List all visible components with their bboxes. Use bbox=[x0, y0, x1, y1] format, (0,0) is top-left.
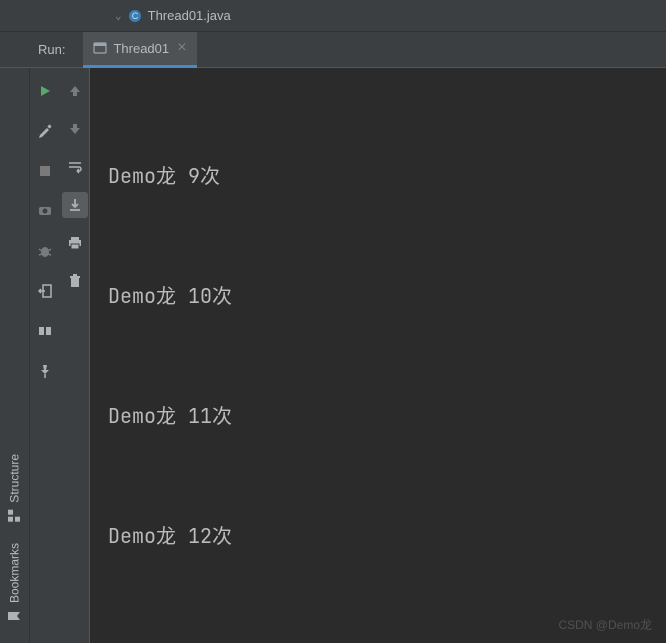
chevron-down-icon[interactable]: ⌄ bbox=[115, 9, 122, 23]
structure-label: Structure bbox=[8, 454, 22, 503]
structure-tool-button[interactable]: Structure bbox=[0, 444, 29, 533]
scroll-to-end-button[interactable] bbox=[62, 192, 88, 218]
svg-text:C: C bbox=[131, 11, 138, 21]
editor-file-name[interactable]: Thread01.java bbox=[148, 8, 231, 23]
rerun-button[interactable] bbox=[32, 78, 58, 104]
run-toolbar-right bbox=[60, 68, 90, 643]
run-config-icon bbox=[93, 41, 107, 55]
run-tab-label: Thread01 bbox=[113, 41, 169, 56]
close-icon[interactable]: × bbox=[177, 39, 187, 57]
run-toolbar-left bbox=[30, 68, 60, 643]
exit-button[interactable] bbox=[32, 278, 58, 304]
layout-button[interactable] bbox=[32, 318, 58, 344]
side-rail: Structure Bookmarks bbox=[0, 68, 30, 643]
bookmarks-label: Bookmarks bbox=[8, 543, 22, 603]
pin-button[interactable] bbox=[32, 358, 58, 384]
stop-button[interactable] bbox=[32, 158, 58, 184]
print-button[interactable] bbox=[62, 230, 88, 256]
console-line: Demo龙 9次 bbox=[108, 156, 666, 196]
soft-wrap-button[interactable] bbox=[62, 154, 88, 180]
editor-tabs: ⌄ C Thread01.java bbox=[0, 0, 666, 32]
console-line: Demo龙 10次 bbox=[108, 276, 666, 316]
clear-all-button[interactable] bbox=[62, 268, 88, 294]
main-area: Structure Bookmarks bbox=[0, 68, 666, 643]
settings-button[interactable] bbox=[32, 118, 58, 144]
console-line: Demo龙 12次 bbox=[108, 516, 666, 556]
up-stack-button[interactable] bbox=[62, 78, 88, 104]
run-tool-window-bar: Run: Thread01 × bbox=[0, 32, 666, 68]
console-line: Demo龙 13次 bbox=[108, 636, 666, 643]
down-stack-button[interactable] bbox=[62, 116, 88, 142]
watermark: CSDN @Demo龙 bbox=[558, 616, 652, 633]
debug-button[interactable] bbox=[32, 238, 58, 264]
console-output[interactable]: Demo龙 9次 Demo龙 10次 Demo龙 11次 Demo龙 12次 D… bbox=[90, 68, 666, 643]
bookmarks-tool-button[interactable]: Bookmarks bbox=[0, 533, 29, 633]
dump-threads-button[interactable] bbox=[32, 198, 58, 224]
run-tab[interactable]: Thread01 × bbox=[83, 32, 196, 68]
run-label: Run: bbox=[0, 42, 83, 57]
console-line: Demo龙 11次 bbox=[108, 396, 666, 436]
java-class-icon: C bbox=[128, 9, 142, 23]
